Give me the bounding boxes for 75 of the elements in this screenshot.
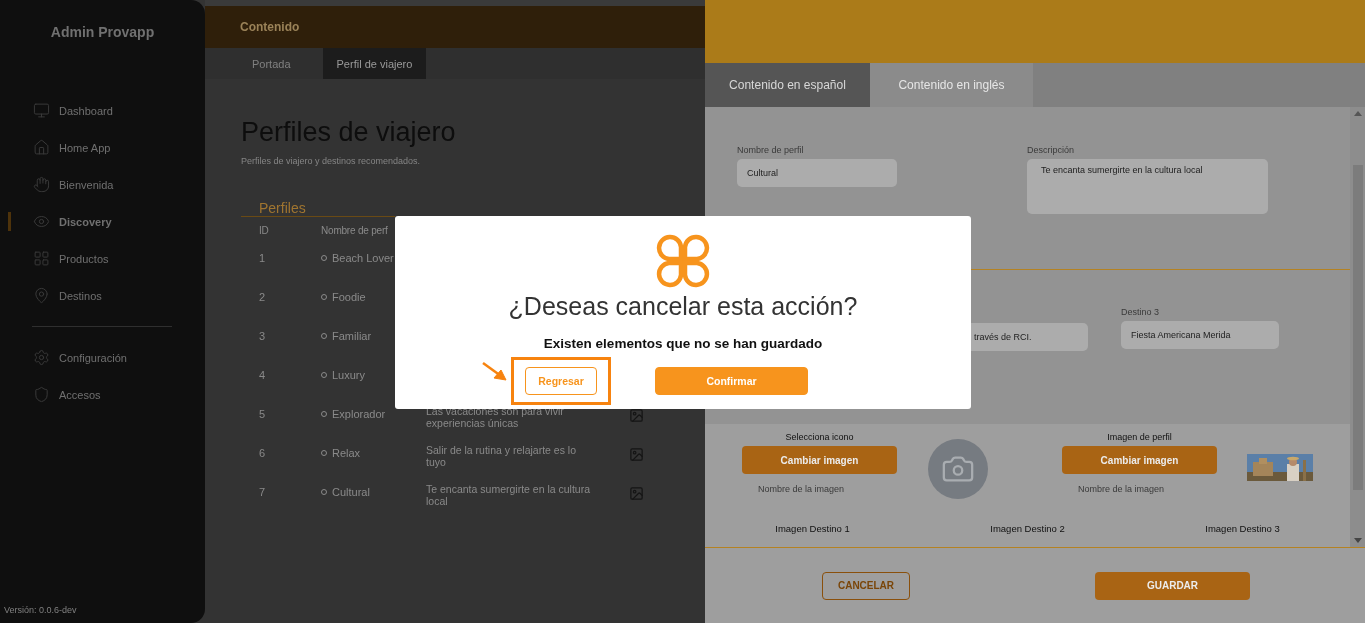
- confirm-button[interactable]: Confirmar: [655, 367, 808, 395]
- cancel-button[interactable]: CANCELAR: [822, 571, 910, 600]
- pointer-arrow: [482, 362, 508, 382]
- sidebar-item[interactable]: Dashboard: [0, 92, 205, 129]
- settings-icon: [33, 349, 50, 366]
- tab[interactable]: Contenido en inglés: [870, 63, 1033, 107]
- eye-icon: [33, 213, 50, 230]
- table-cell: Relax: [332, 447, 361, 459]
- hand-icon: [33, 176, 50, 193]
- image-label: Imagen Destino 2: [990, 523, 1065, 534]
- upload-label: Imagen de perfil: [1107, 432, 1172, 442]
- table-cell: Foodie: [332, 291, 366, 303]
- field-label: Destino 3: [1121, 307, 1161, 317]
- table-cell-text: 2: [259, 291, 267, 303]
- input-field[interactable]: través de RCI.: [971, 323, 1088, 351]
- table-cell-text: 3: [259, 330, 267, 342]
- input-field[interactable]: Cultural: [737, 159, 897, 187]
- sidebar-item[interactable]: Bienvenida: [0, 166, 205, 203]
- image-label: Imagen Destino 1: [775, 523, 850, 534]
- sidebar-item[interactable]: Home App: [0, 129, 205, 166]
- table-cell-text: 5: [259, 408, 267, 420]
- image-icon: [629, 486, 644, 501]
- grid-icon: [33, 250, 50, 267]
- dialog-message: Existen elementos que no se han guardado: [543, 336, 823, 351]
- shield-icon: [33, 386, 50, 403]
- input-field[interactable]: Fiesta Americana Merida: [1121, 321, 1279, 349]
- home-icon: [33, 139, 50, 156]
- text-area[interactable]: Te encanta sumergirte en la cultura local: [1027, 159, 1268, 214]
- table-cell-text: Te encanta sumergirte en la cultura local: [426, 483, 591, 507]
- file-name: Nombre de la imagen: [758, 484, 845, 494]
- scroll-down-icon[interactable]: [1353, 538, 1362, 543]
- active-indicator: [8, 212, 11, 231]
- image-label: Imagen Destino 3: [1205, 523, 1280, 534]
- file-name: Nombre de la imagen: [1078, 484, 1165, 494]
- tab[interactable]: Contenido en español: [705, 63, 870, 107]
- table-cell: Explorador: [332, 408, 386, 420]
- change-image-button[interactable]: Cambiar imagen: [742, 446, 897, 474]
- scroll-up-icon[interactable]: [1353, 111, 1362, 116]
- camera-icon: [928, 439, 988, 499]
- image-icon: [629, 447, 644, 462]
- table-cell: Luxury: [332, 369, 366, 381]
- tab[interactable]: Perfil de viajero: [322, 48, 427, 79]
- header-title: Contenido: [240, 20, 300, 34]
- tab[interactable]: Portada: [205, 48, 323, 79]
- back-button[interactable]: Regresar: [525, 367, 597, 395]
- monitor-icon: [33, 102, 50, 119]
- section-title: Perfiles: [241, 200, 395, 217]
- change-image-button[interactable]: Cambiar imagen: [1062, 446, 1217, 474]
- sidebar-item[interactable]: Discovery: [0, 203, 205, 240]
- dialog-title: ¿Deseas cancelar esta acción?: [508, 292, 858, 321]
- location-pin-icon: [33, 287, 50, 304]
- scrollbar[interactable]: [1350, 107, 1365, 547]
- version-label: Versión: 0.0.6-dev: [3, 605, 78, 615]
- page-subtitle: Perfiles de viajero y destinos recomendados.: [241, 156, 422, 166]
- table-cell-text: 7: [259, 486, 267, 498]
- field-label: Descripción: [1027, 145, 1076, 155]
- logo-icon: [655, 233, 711, 289]
- table-cell: Beach Lover: [332, 252, 394, 264]
- table-cell: Familiar: [332, 330, 372, 342]
- brand-title: Admin Provapp: [49, 24, 156, 40]
- sidebar-item[interactable]: Accesos: [0, 376, 205, 413]
- sidebar-item[interactable]: Productos: [0, 240, 205, 277]
- table-cell-text: Salir de la rutina y relajarte es lo tuyo: [426, 444, 577, 468]
- table-cell-text: 4: [259, 369, 267, 381]
- table-cell-text: 1: [259, 252, 267, 264]
- table-cell-text: 6: [259, 447, 267, 459]
- save-button[interactable]: GUARDAR: [1095, 571, 1250, 600]
- upload-label: Selecciona icono: [785, 432, 854, 442]
- table-cell: Cultural: [332, 486, 370, 498]
- sidebar-item[interactable]: Configuración: [0, 339, 205, 376]
- column-header: ID: [259, 225, 270, 236]
- sidebar-item[interactable]: Destinos: [0, 277, 205, 314]
- image-icon: [629, 408, 644, 423]
- field-label: Nombre de perfil: [737, 145, 805, 155]
- column-header: Nombre de perf: [321, 225, 389, 236]
